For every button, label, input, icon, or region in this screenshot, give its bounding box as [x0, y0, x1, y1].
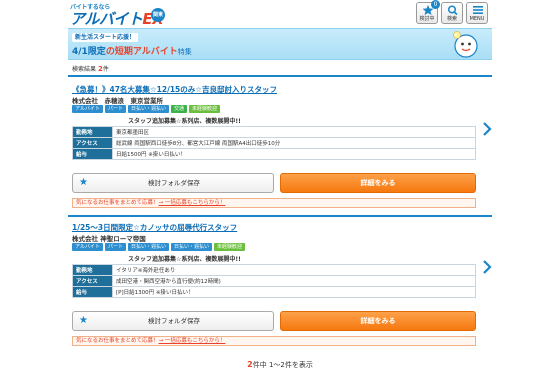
job-info-table: 勤務地 東京都墨田区 アクセス 総武線 両国駅西口徒歩8分、都営大江戸線 両国駅A4… — [72, 126, 476, 160]
job-catchphrase: スタッフ追加募集☆系列店、複数展開中!! — [128, 118, 241, 125]
save-to-folder-label: 検討フォルダ保存 — [148, 317, 200, 325]
divider — [68, 75, 492, 77]
info-key: 給与 — [72, 286, 113, 298]
menu-button[interactable]: MENU — [466, 2, 488, 24]
job-title-link[interactable]: 1/25～3日間限定☆カノッサの屈辱代行スタッフ — [72, 222, 237, 233]
logo-main-text: アルバイト — [70, 10, 143, 28]
job-title-link[interactable]: 《急募！》47名大募集☆12/15のみ☆吉良邸討入りスタッフ — [72, 84, 277, 95]
table-row: アクセス 成田空港・関西空港から直行便(約12時間) — [72, 275, 476, 287]
job-tag: 未経験歓迎 — [214, 243, 246, 251]
job-catchphrase: スタッフ追加募集☆系列店、複数展開中!! — [128, 256, 241, 263]
pagination-text: 件中 1～2件を表示 — [252, 361, 313, 369]
favorites-count-badge: 0 — [431, 0, 440, 9]
info-value: 東京都墨田区 — [112, 126, 476, 138]
banner-tag: 新生活スタート応援！ — [72, 33, 139, 42]
company-name: 株式会社 赤穂浪 東京営業所 — [72, 97, 163, 105]
banner-title-prefix: 4/1限定 — [72, 47, 106, 57]
job-tag: 未経験歓迎 — [189, 105, 221, 113]
banner-title-highlight: の短期アルバイト — [105, 47, 178, 57]
job-card: 1/25～3日間限定☆カノッサの屈辱代行スタッフ 株式会社 神聖ローマ帝国 アル… — [70, 222, 492, 354]
info-key: 勤務地 — [72, 264, 113, 276]
save-to-folder-button[interactable]: ★ 検討フォルダ保存 — [72, 173, 274, 193]
table-row: 勤務地 東京都墨田区 — [72, 126, 476, 138]
info-key: アクセス — [72, 275, 113, 287]
table-row: アクセス 総武線 両国駅西口徒歩8分、都営大江戸線 両国駅A4出口徒歩10分 — [72, 137, 476, 149]
search-button[interactable]: 検索 — [441, 2, 463, 24]
job-tags: アルバイト パート 日払い・週払い 日払い・週払い 未経験歓迎 — [72, 243, 246, 251]
pagination-summary: 2件中 1～2件を表示 — [68, 360, 492, 370]
info-value: 日給1500円 ※掛い日払い！ — [112, 148, 476, 160]
info-key: 給与 — [72, 148, 113, 160]
job-tag: パート — [104, 243, 126, 251]
job-tag: 日払い・週払い — [127, 105, 169, 113]
table-row: 給与 [P]日給1300円 ※掛い日払い！ — [72, 286, 476, 298]
chevron-right-icon[interactable] — [482, 122, 492, 136]
mascot-icon — [453, 31, 478, 58]
banner-title-suffix: 特集 — [177, 48, 192, 56]
region-badge: 関東 — [151, 8, 165, 22]
result-count-unit: 件 — [102, 66, 109, 73]
info-value: 総武線 両国駅西口徒歩8分、都営大江戸線 両国駅A4出口徒歩10分 — [112, 137, 476, 149]
bulk-apply-notice[interactable]: 気になるお仕事をまとめて応募！→ 一括応募もこちらから！ — [72, 336, 476, 346]
favorites-label: 検討中 — [419, 16, 435, 22]
bulk-apply-text: 気になるお仕事をまとめて応募！ — [76, 338, 159, 344]
job-tag: アルバイト — [72, 243, 103, 251]
logo-text: アルバイトEX — [70, 8, 164, 29]
job-info-table: 勤務地 イタリア※海外赴任あり アクセス 成田空港・関西空港から直行便(約12時間)… — [72, 264, 476, 298]
feature-banner[interactable]: 新生活スタート応援！ 4/1限定の短期アルバイト特集 — [68, 28, 492, 60]
save-to-folder-button[interactable]: ★ 検討フォルダ保存 — [72, 311, 274, 331]
chevron-right-icon[interactable] — [482, 260, 492, 274]
table-row: 給与 日給1500円 ※掛い日払い！ — [72, 148, 476, 160]
bulk-apply-link[interactable]: → 一括応募もこちらから！ — [159, 200, 226, 206]
bulk-apply-notice[interactable]: 気になるお仕事をまとめて応募！→ 一括応募もこちらから！ — [72, 198, 476, 208]
job-tag: 日払い・週払い — [127, 243, 169, 251]
job-tag: パート — [104, 105, 126, 113]
info-value: 成田空港・関西空港から直行便(約12時間) — [112, 275, 476, 287]
company-name: 株式会社 神聖ローマ帝国 — [72, 235, 146, 243]
job-tag: アルバイト — [72, 105, 103, 113]
header: バイトするなら アルバイトEX 関東 0 検討中 検索 MENU — [68, 0, 492, 28]
banner-title: 4/1限定の短期アルバイト特集 — [72, 44, 192, 57]
job-tags: アルバイト パート 日払い・週払い 交通 未経験歓迎 — [72, 105, 221, 113]
table-row: 勤務地 イタリア※海外赴任あり — [72, 264, 476, 276]
search-label: 検索 — [446, 16, 457, 22]
info-key: 勤務地 — [72, 126, 113, 138]
result-count: 検索結果 2件 — [72, 64, 109, 73]
page: バイトするなら アルバイトEX 関東 0 検討中 検索 MENU 新生活スタート… — [68, 0, 492, 373]
favorites-button[interactable]: 0 検討中 — [416, 0, 440, 24]
job-card: 《急募！》47名大募集☆12/15のみ☆吉良邸討入りスタッフ 株式会社 赤穂浪 … — [70, 84, 492, 214]
search-icon — [447, 5, 458, 15]
logo[interactable]: バイトするなら アルバイトEX 関東 — [70, 2, 165, 29]
info-value: [P]日給1300円 ※掛い日払い！ — [112, 286, 476, 298]
result-count-label: 検索結果 — [72, 66, 97, 73]
hamburger-icon — [473, 6, 483, 14]
bulk-apply-text: 気になるお仕事をまとめて応募！ — [76, 200, 159, 206]
job-tag: 交通 — [170, 105, 187, 113]
info-key: アクセス — [72, 137, 113, 149]
view-details-button[interactable]: 詳細をみる — [280, 311, 476, 331]
save-to-folder-label: 検討フォルダ保存 — [148, 179, 200, 187]
menu-label: MENU — [469, 16, 485, 22]
info-value: イタリア※海外赴任あり — [112, 264, 476, 276]
job-tag: 日払い・週払い — [170, 243, 212, 251]
bulk-apply-link[interactable]: → 一括応募もこちらから！ — [159, 338, 226, 344]
view-details-button[interactable]: 詳細をみる — [280, 173, 476, 193]
divider — [68, 215, 492, 217]
